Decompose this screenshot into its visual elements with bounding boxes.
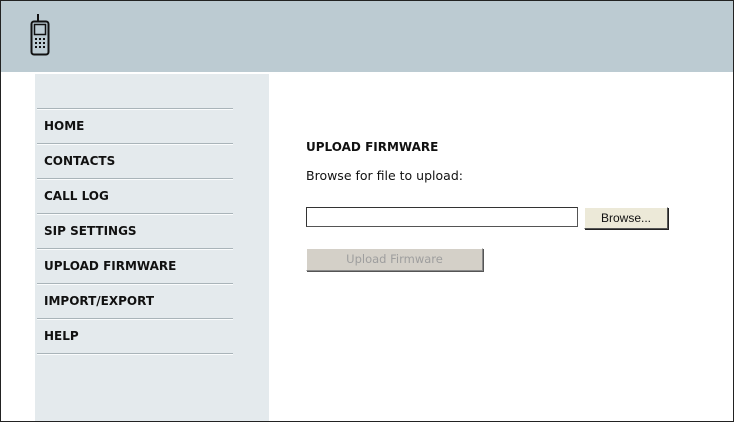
upload-firmware-button[interactable]: Upload Firmware bbox=[306, 248, 483, 271]
sidebar-nav: HOME CONTACTS CALL LOG SIP SETTINGS UPLO… bbox=[37, 108, 233, 355]
sidebar-item-upload-firmware[interactable]: UPLOAD FIRMWARE bbox=[37, 250, 233, 283]
sidebar-item-help[interactable]: HELP bbox=[37, 320, 233, 353]
sidebar-item-contacts[interactable]: CONTACTS bbox=[37, 145, 233, 178]
sidebar: HOME CONTACTS CALL LOG SIP SETTINGS UPLO… bbox=[35, 74, 269, 421]
sidebar-item-sip-settings[interactable]: SIP SETTINGS bbox=[37, 215, 233, 248]
sidebar-item-import-export[interactable]: IMPORT/EXPORT bbox=[37, 285, 233, 318]
sidebar-item-call-log[interactable]: CALL LOG bbox=[37, 180, 233, 213]
sidebar-item-home[interactable]: HOME bbox=[37, 110, 233, 143]
app-frame: HOME CONTACTS CALL LOG SIP SETTINGS UPLO… bbox=[0, 0, 734, 422]
file-path-input[interactable] bbox=[306, 207, 578, 227]
mobile-phone-icon bbox=[30, 14, 50, 56]
browse-button[interactable]: Browse... bbox=[584, 207, 668, 229]
header-bar bbox=[1, 1, 733, 72]
nav-divider bbox=[37, 353, 233, 355]
file-field-label: Browse for file to upload: bbox=[306, 168, 463, 183]
page-title: UPLOAD FIRMWARE bbox=[306, 140, 439, 154]
